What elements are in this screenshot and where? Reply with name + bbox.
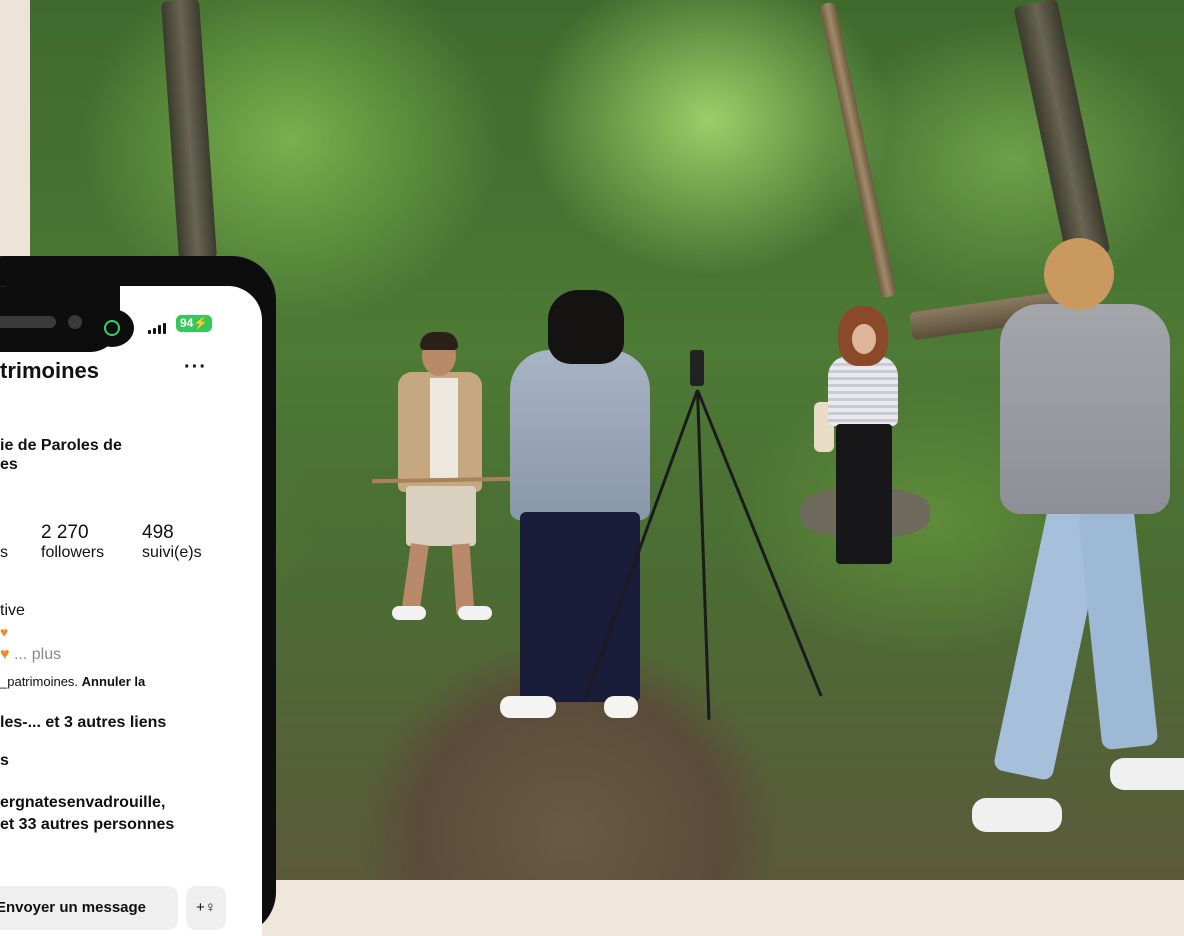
battery-indicator: 94⚡: [176, 315, 213, 332]
display-name-line-2: es: [0, 456, 18, 473]
bio-line: ♥ ... plus: [0, 646, 61, 664]
camera-dot: [68, 315, 82, 329]
followed-by-line-2[interactable]: et 33 autres personnes: [0, 816, 174, 834]
phone-mockup: 94⚡ trimoines ··· ie de Paroles de es s …: [0, 256, 276, 936]
profile-category: tive: [0, 602, 25, 619]
green-ring-icon: [90, 309, 134, 347]
mention-line: _patrimoines. Annuler la: [0, 674, 145, 689]
bio-more-link[interactable]: ... plus: [14, 646, 61, 663]
tree-trunk: [160, 0, 218, 262]
more-options-icon[interactable]: ···: [184, 356, 207, 379]
heart-icon: ♥: [0, 624, 9, 640]
stat-followers-label[interactable]: followers: [41, 544, 104, 562]
man-beige-jacket: [371, 332, 513, 626]
stat-following-label[interactable]: suivi(e)s: [142, 544, 202, 562]
signal-bars-icon: [148, 323, 166, 334]
tree-trunk: [1013, 0, 1111, 262]
send-message-button[interactable]: Envoyer un message: [0, 886, 178, 930]
tree-trunk: [818, 1, 898, 299]
add-person-icon[interactable]: +♀: [186, 886, 226, 930]
charging-bolt-icon: ⚡: [193, 316, 209, 330]
profile-username: trimoines: [0, 358, 100, 383]
woman-denim-jacket: [500, 290, 660, 730]
woman-grey-hoodie: [972, 238, 1184, 858]
display-name-line-1: ie de Paroles de: [0, 437, 122, 454]
speaker-pill: [0, 316, 56, 328]
mention-handle[interactable]: _patrimoines.: [0, 674, 78, 689]
phone-camera-icon: [690, 350, 704, 386]
phone-screen: 94⚡ trimoines ··· ie de Paroles de es s …: [0, 286, 262, 936]
stat-following-count[interactable]: 498: [142, 522, 174, 544]
profile-links[interactable]: les-... et 3 autres liens: [0, 714, 166, 732]
followed-by-line-1[interactable]: ergnatesenvadrouille,: [0, 794, 165, 812]
threads-line[interactable]: s: [0, 752, 9, 770]
stat-posts-label: s: [0, 544, 8, 561]
camera-tripod: [583, 350, 823, 730]
profile-display-name: ie de Paroles de es: [0, 436, 122, 474]
stat-followers-count[interactable]: 2 270: [41, 522, 89, 544]
woman-striped-shirt: [814, 306, 900, 576]
undo-action[interactable]: Annuler la: [82, 674, 146, 689]
heart-icon: ♥: [0, 646, 10, 663]
